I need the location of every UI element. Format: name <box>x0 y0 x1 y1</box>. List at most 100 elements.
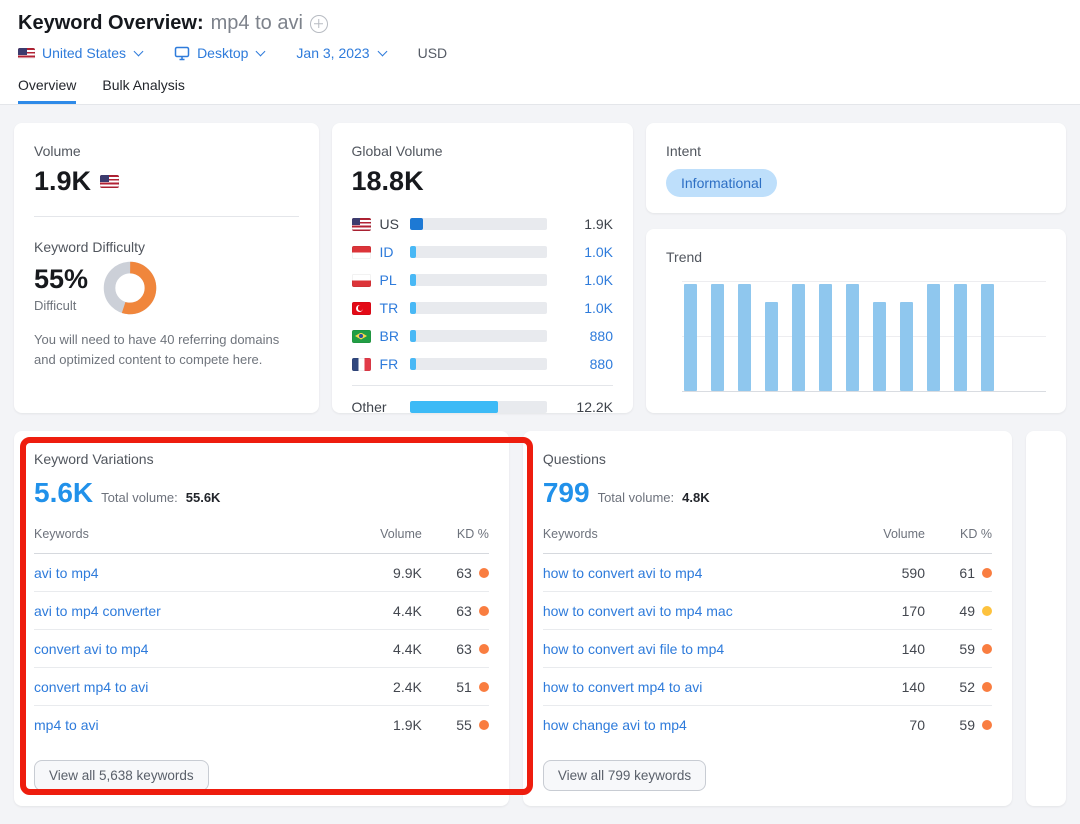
country-selector[interactable]: United States <box>18 45 144 61</box>
column-header-volume: Volume <box>380 527 422 541</box>
table-row: avi to mp4 converter 4.4K 63 <box>34 592 489 630</box>
keyword-link[interactable]: avi to mp4 <box>34 565 362 581</box>
kd-value: 52 <box>959 678 975 695</box>
keyword-volume: 140 <box>901 640 925 657</box>
kd-value: 59 <box>959 716 975 733</box>
keyword-link[interactable]: how to convert mp4 to avi <box>543 679 865 695</box>
country-link[interactable]: PL <box>380 272 410 288</box>
volume-value: 1.0K <box>584 272 613 288</box>
keywords-row: Keyword Variations 5.6K Total volume: 55… <box>14 431 1066 806</box>
intent-card: Intent Informational <box>646 123 1066 213</box>
keyword-kd: 59 <box>925 641 992 657</box>
country-row: BR 880 <box>351 322 613 350</box>
table-row: convert mp4 to avi 2.4K 51 <box>34 668 489 706</box>
table-row: mp4 to avi 1.9K 55 <box>34 706 489 743</box>
volume-bar-fill <box>409 330 416 342</box>
keyword-variations-card: Keyword Variations 5.6K Total volume: 55… <box>14 431 509 806</box>
kd-dot <box>982 719 992 730</box>
keyword-kd: 52 <box>925 679 992 695</box>
volume-bar-fill <box>409 274 416 286</box>
keyword-kd: 63 <box>422 603 489 619</box>
keyword-variations-summary: 5.6K Total volume: 55.6K <box>34 477 489 509</box>
table-header: Keywords Volume KD % <box>542 527 992 554</box>
table-row: how to convert avi file to mp4 140 59 <box>542 630 992 668</box>
keyword-variations-label: Keyword Variations <box>34 451 154 467</box>
currency-label: USD <box>417 45 448 61</box>
country-link[interactable]: ID <box>380 244 410 260</box>
volume-value: 1.0K <box>584 300 613 316</box>
us-flag-icon <box>351 217 371 231</box>
keyword-link[interactable]: how change avi to mp4 <box>543 717 865 733</box>
keyword-link[interactable]: convert avi to mp4 <box>34 641 362 657</box>
country-link[interactable]: TR <box>380 300 410 316</box>
other-label: Other <box>351 399 387 415</box>
trend-bar <box>738 284 751 391</box>
keyword-volume: 4.4K <box>393 602 422 619</box>
trend-bar <box>900 301 913 391</box>
device-selector-label: Desktop <box>197 45 249 61</box>
fr-flag-icon <box>351 357 371 371</box>
volume-value: 880 <box>589 356 613 372</box>
questions-summary: 799 Total volume: 4.8K <box>543 477 992 509</box>
keyword-link[interactable]: how to convert avi to mp4 mac <box>543 603 865 619</box>
keyword-kd: 59 <box>925 717 992 733</box>
page-title-keyword: mp4 to avi <box>210 12 303 34</box>
volume-bar <box>409 246 547 258</box>
view-all-questions-button[interactable]: View all 799 keywords <box>542 760 707 791</box>
keyword-link[interactable]: how to convert avi file to mp4 <box>543 641 865 657</box>
column-header-volume: Volume <box>883 527 925 541</box>
country-link[interactable]: BR <box>380 328 410 344</box>
volume-bar <box>409 330 547 342</box>
country-link[interactable]: FR <box>380 356 410 372</box>
country-row: US 1.9K <box>351 210 613 238</box>
trend-card: Trend <box>646 229 1066 413</box>
volume-bar-fill <box>409 401 498 413</box>
trend-chart <box>682 281 1046 392</box>
kd-value: 63 <box>456 640 472 657</box>
table-body: how to convert avi to mp4 590 61 how to con… <box>542 554 992 743</box>
kd-dot <box>478 681 489 692</box>
volume-bar-fill <box>409 302 416 314</box>
volume-value: 880 <box>589 328 613 344</box>
tab-overview[interactable]: Overview <box>18 77 77 104</box>
device-selector[interactable]: Desktop <box>174 45 266 61</box>
volume-bar <box>409 274 547 286</box>
tab-bulk-analysis[interactable]: Bulk Analysis <box>102 77 184 104</box>
table-row: how change avi to mp4 70 59 <box>543 706 992 743</box>
trend-bar <box>765 301 778 391</box>
keyword-difficulty-level: Difficult <box>34 297 77 313</box>
us-flag-icon <box>18 47 35 59</box>
trend-label: Trend <box>666 249 703 265</box>
divider <box>351 385 613 386</box>
column-header-keywords: Keywords <box>34 527 89 541</box>
intent-badge[interactable]: Informational <box>666 169 777 197</box>
keyword-kd: 51 <box>422 679 489 695</box>
keyword-link[interactable]: convert mp4 to avi <box>34 679 362 695</box>
selector-row: United States Desktop Jan 3, 2023 USD <box>18 45 1062 61</box>
kd-value: 61 <box>959 564 975 581</box>
kd-dot <box>478 605 489 616</box>
table-row: how to convert avi to mp4 590 61 <box>542 554 992 592</box>
trend-bar <box>684 284 697 391</box>
view-all-variations-button[interactable]: View all 5,638 keywords <box>34 760 209 791</box>
keyword-link[interactable]: how to convert avi to mp4 <box>543 565 865 581</box>
volume-bar-fill <box>409 218 424 230</box>
keyword-link[interactable]: avi to mp4 converter <box>34 603 362 619</box>
keyword-difficulty-row: 55% Difficult <box>34 261 299 315</box>
keyword-kd: 61 <box>925 565 992 581</box>
date-selector[interactable]: Jan 3, 2023 <box>296 45 388 61</box>
plus-circle-icon[interactable] <box>309 14 328 33</box>
volume-bar <box>409 358 547 370</box>
country-row: PL 1.0K <box>351 266 613 294</box>
volume-value: 1.9K <box>584 216 613 232</box>
table-row: how to convert avi to mp4 mac 170 49 <box>542 592 992 630</box>
keyword-link[interactable]: mp4 to avi <box>34 717 362 733</box>
keyword-difficulty-text: 55% Difficult <box>34 264 88 313</box>
kd-dot <box>982 567 992 578</box>
desktop-icon <box>174 46 190 61</box>
volume-value: 1.9K <box>34 166 92 196</box>
keyword-difficulty-note: You will need to have 40 referring domai… <box>34 332 280 368</box>
keyword-kd: 63 <box>422 641 489 657</box>
kd-value: 63 <box>456 564 472 581</box>
keyword-volume: 2.4K <box>393 678 422 695</box>
